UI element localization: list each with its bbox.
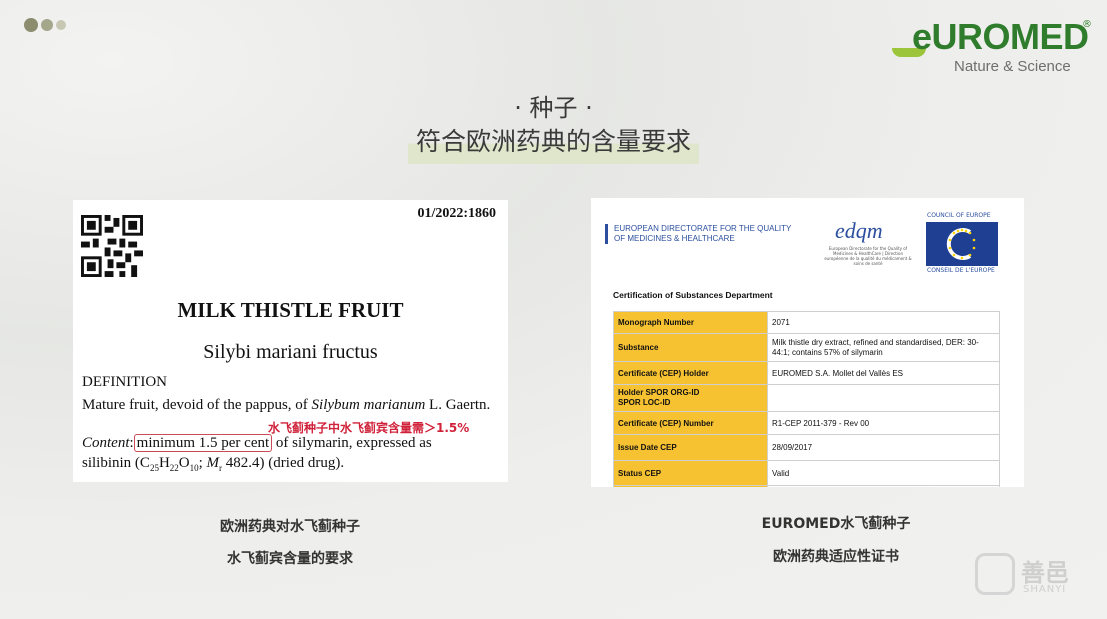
cep-value: R1-CEP 2011-379 - Rev 00 [767, 411, 1000, 435]
edqm-header-line: OF MEDICINES & HEALTHCARE [614, 234, 735, 243]
formula-part: silibinin (C [82, 455, 150, 471]
formula-part: H [158, 455, 170, 471]
monograph-card: 01/2022:1860 MILK THISTLE FRUIT Silybi m… [73, 200, 508, 482]
chemical-formula: silibinin (C25H22O10; Mr 482.4) (dried d… [82, 455, 344, 473]
cep-value [767, 384, 1000, 412]
cep-value-empty [767, 485, 1000, 487]
decor-dot [56, 20, 66, 30]
cep-key: Issue Date CEP [613, 434, 768, 461]
monograph-title: MILK THISTLE FRUIT [177, 298, 404, 322]
page-title: 符合欧洲药典的含量要求 [407, 118, 699, 164]
content-rest: of silymarin, expressed as [272, 435, 432, 451]
formula-part: 482.4) (dried drug). [222, 455, 345, 471]
department-title: Certification of Substances Department [613, 290, 773, 300]
formula-part: M [206, 455, 220, 471]
cep-key: Holder SPOR ORG-ID [618, 388, 700, 397]
cep-value: Valid [767, 460, 1000, 486]
watermark-cn: 善邑 [1021, 559, 1069, 587]
cep-key: Certificate (CEP) Number [613, 411, 768, 435]
decor-dot [41, 19, 53, 31]
table-row: Issue Date CEP 28/09/2017 [613, 434, 1000, 461]
table-row: Holder SPOR ORG-ID SPOR LOC-ID [613, 384, 1000, 412]
edqm-small-text: European Directorate for the Quality of … [824, 246, 912, 266]
council-of-europe-flag-icon [926, 222, 998, 266]
cep-table: Monograph Number 2071 Substance Milk thi… [613, 311, 1000, 487]
content-label: Content [82, 435, 130, 451]
edqm-header: EUROPEAN DIRECTORATE FOR THE QUALITY OF … [605, 224, 791, 244]
definition-heading: DEFINITION [82, 374, 167, 390]
right-caption-line1: EUROMED水飞蓟种子 [761, 516, 911, 532]
cep-value: 2071 [767, 311, 1000, 334]
definition-text: Mature fruit, devoid of the pappus, of S… [82, 396, 502, 414]
decor-dots [24, 18, 66, 32]
formula-sub: 25 [149, 463, 159, 473]
table-row: Certificate (CEP) Holder EUROMED S.A. Mo… [613, 361, 1000, 385]
table-row [613, 485, 1000, 487]
coe-label-bottom: CONSEIL DE L'EUROPE [927, 267, 995, 274]
edqm-header-line: EUROPEAN DIRECTORATE FOR THE QUALITY [614, 224, 792, 233]
page-title-wrap: 符合欧洲药典的含量要求 [0, 118, 1107, 164]
table-row: Status CEP Valid [613, 460, 1000, 486]
watermark-logo: 善邑 SHANYI [975, 553, 1085, 599]
table-row: Monograph Number 2071 [613, 311, 1000, 334]
cep-key: Certificate (CEP) Holder [613, 361, 768, 385]
qr-code-icon [81, 215, 143, 277]
definition-text-part: Mature fruit, devoid of the pappus, of [82, 397, 312, 413]
left-caption-line2: 水飞蓟宾含量的要求 [227, 551, 353, 567]
cep-key-multiline: Holder SPOR ORG-ID SPOR LOC-ID [613, 384, 768, 412]
table-row: Certificate (CEP) Number R1-CEP 2011-379… [613, 411, 1000, 435]
watermark-en: SHANYI [1023, 584, 1067, 595]
cep-value: Milk thistle dry extract, refined and st… [767, 333, 1000, 362]
logo-tagline: Nature & Science [954, 58, 1071, 75]
formula-part: O [178, 455, 190, 471]
decor-dot [24, 18, 38, 32]
formula-sub: 22 [169, 463, 179, 473]
left-caption-line1: 欧洲药典对水飞蓟种子 [220, 519, 360, 535]
monograph-doc-number: 01/2022:1860 [417, 206, 496, 221]
watermark-mark-icon [975, 553, 1015, 595]
right-caption-line2: 欧洲药典适应性证书 [773, 549, 899, 565]
species-name: Silybum marianum [311, 397, 426, 413]
cep-key: Monograph Number [613, 311, 768, 334]
logo-registered-mark: ® [1082, 19, 1092, 30]
certificate-card: EUROPEAN DIRECTORATE FOR THE QUALITY OF … [591, 198, 1024, 487]
formula-part: ; [198, 455, 207, 471]
cep-key: Substance [613, 333, 768, 362]
cep-value: EUROMED S.A. Mollet del Vallès ES [767, 361, 1000, 385]
coe-label-top: COUNCIL OF EUROPE [927, 212, 991, 219]
table-row: Substance Milk thistle dry extract, refi… [613, 333, 1000, 362]
monograph-latin-name: Silybi mariani fructus [203, 341, 378, 363]
cep-key: Status CEP [613, 460, 768, 486]
cep-value: 28/09/2017 [767, 434, 1000, 461]
cep-key: SPOR LOC-ID [618, 398, 671, 407]
definition-text-part: L. Gaertn. [425, 397, 491, 413]
content-line: Content: minimum 1.5 per cent of silymari… [82, 434, 432, 452]
formula-sub: 10 [189, 463, 199, 473]
edqm-logo: edqm [835, 218, 883, 243]
logo-wordmark: eUROMED [912, 16, 1089, 57]
euromed-logo: eUROMED ® Nature & Science [888, 14, 1093, 78]
content-highlight-box: minimum 1.5 per cent [133, 434, 273, 452]
content-annotation: 水飞蓟种子中水飞蓟宾含量需＞1.5% [268, 421, 470, 435]
cep-key-empty [613, 485, 768, 487]
